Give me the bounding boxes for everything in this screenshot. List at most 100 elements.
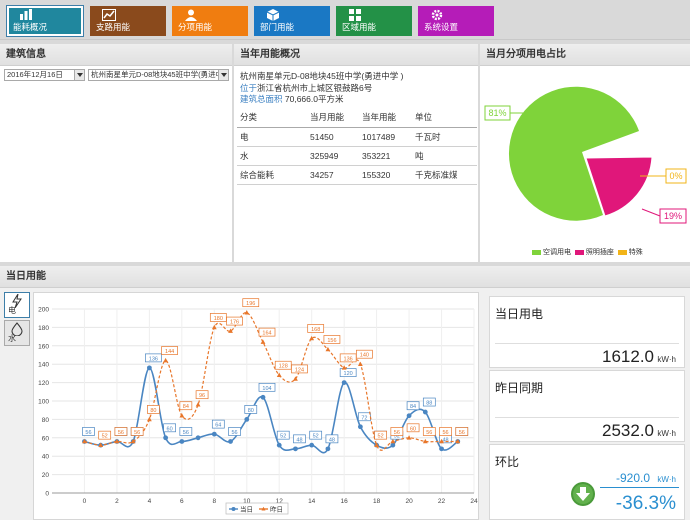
y-tick-label: 80 bbox=[42, 417, 50, 424]
grid-icon bbox=[349, 9, 361, 21]
data-point-today bbox=[244, 417, 250, 422]
chevron-down-icon[interactable] bbox=[218, 70, 228, 80]
data-label: 120 bbox=[344, 371, 353, 377]
yesterday-usage-value: 2532.0 bbox=[602, 421, 654, 440]
nav-system-settings[interactable]: 系统设置 bbox=[418, 6, 494, 36]
x-tick-label: 18 bbox=[373, 498, 381, 505]
table-cell: 千瓦时 bbox=[412, 127, 477, 147]
tab-label: 电 bbox=[8, 306, 16, 315]
daily-energy-panel: 当日用能 电 水 0 20 40 60 80 100 120 140 160 180 200 0 2 4 6… bbox=[0, 266, 690, 520]
tab-label: 水 bbox=[8, 334, 16, 343]
data-label: 48 bbox=[329, 437, 335, 443]
data-point-today bbox=[211, 431, 217, 437]
table-row: 电 51450 1017489 千瓦时 bbox=[237, 127, 477, 147]
data-point-today bbox=[390, 442, 396, 448]
data-label: 60 bbox=[167, 426, 173, 432]
data-point-today bbox=[195, 435, 201, 441]
chevron-down-icon[interactable] bbox=[74, 70, 84, 80]
y-tick-label: 0 bbox=[45, 491, 49, 498]
data-label: 156 bbox=[327, 338, 336, 344]
tab-water[interactable]: 水 bbox=[4, 320, 30, 346]
x-tick-label: 24 bbox=[470, 498, 478, 505]
building-name: 杭州南星单元D-08地块45班中学(勇进中学 ) bbox=[240, 71, 404, 81]
x-tick-label: 2 bbox=[115, 498, 119, 505]
y-tick-label: 200 bbox=[38, 307, 49, 314]
area-value: 70,666.0平方米 bbox=[284, 94, 344, 104]
ratio-value: -36.3% bbox=[615, 493, 676, 514]
date-select[interactable]: 2016年12月16日 bbox=[4, 69, 85, 81]
x-tick-label: 6 bbox=[180, 498, 184, 505]
legend-label: 当日 bbox=[240, 505, 253, 514]
data-label: 84 bbox=[183, 404, 189, 410]
x-tick-label: 4 bbox=[148, 498, 152, 505]
legend-swatch bbox=[532, 249, 541, 255]
divider bbox=[600, 487, 679, 488]
nav-subitem-energy[interactable]: 分项用能 bbox=[172, 6, 248, 36]
arrow-down-icon bbox=[571, 482, 595, 506]
x-tick-label: 20 bbox=[405, 498, 413, 505]
energy-overview-table: 分类 当月用能 当年用能 单位 电 51450 1017489 千瓦时 水 32… bbox=[237, 108, 477, 185]
data-label: 56 bbox=[459, 430, 465, 436]
data-point-yesterday bbox=[260, 339, 266, 344]
data-point-today bbox=[163, 435, 169, 441]
ratio-box: 环比 -920.0 kW·h -36.3% bbox=[489, 444, 685, 520]
data-label: 144 bbox=[165, 349, 174, 355]
table-header-row: 分类 当月用能 当年用能 单位 bbox=[237, 108, 477, 128]
y-tick-label: 20 bbox=[42, 472, 50, 479]
data-label: 180 bbox=[214, 316, 223, 322]
data-label: 56 bbox=[231, 430, 237, 436]
table-cell: 电 bbox=[237, 127, 307, 147]
diff-unit: kW·h bbox=[657, 475, 676, 484]
data-label: 56 bbox=[183, 430, 189, 436]
nav-branch-energy[interactable]: 支路用能 bbox=[90, 6, 166, 36]
data-label: 80 bbox=[150, 408, 156, 414]
table-cell: 综合能耗 bbox=[237, 165, 307, 185]
data-label: 88 bbox=[426, 401, 432, 407]
tab-electricity[interactable]: 电 bbox=[4, 292, 30, 318]
legend-swatch bbox=[617, 249, 627, 255]
data-label: 72 bbox=[361, 415, 367, 421]
data-label: 64 bbox=[215, 423, 221, 429]
date-value: 2016年12月16日 bbox=[7, 70, 63, 79]
data-label: 104 bbox=[262, 386, 271, 392]
x-tick-label: 8 bbox=[212, 498, 216, 505]
subitem-pie-panel: 当月分项用电占比 81% 0% 19% 空调用电 照明插座 特殊 bbox=[480, 44, 690, 262]
divider bbox=[495, 343, 679, 344]
panel-title: 当年用能概况 bbox=[234, 44, 478, 66]
annual-overview-panel: 当年用能概况 杭州南星单元D-08地块45班中学(勇进中学 ) 位于浙江省杭州市… bbox=[234, 44, 478, 262]
nav-label: 分项用能 bbox=[178, 22, 213, 32]
data-point-today bbox=[357, 424, 363, 430]
nav-energy-overview[interactable]: 能耗概况 bbox=[7, 6, 83, 36]
table-cell: 34257 bbox=[307, 165, 359, 185]
data-label: 80 bbox=[248, 408, 254, 414]
data-label: 56 bbox=[118, 430, 124, 436]
table-row: 水 325949 353221 吨 bbox=[237, 146, 477, 166]
table-header: 当月用能 bbox=[307, 108, 359, 128]
data-point-today bbox=[146, 365, 152, 371]
x-tick-label: 16 bbox=[341, 498, 349, 505]
y-tick-label: 40 bbox=[42, 454, 50, 461]
y-tick-label: 180 bbox=[38, 325, 49, 332]
location-value: 浙江省杭州市上城区银鼓路6号 bbox=[257, 83, 373, 93]
table-cell: 51450 bbox=[307, 127, 359, 147]
table-cell: 155320 bbox=[359, 165, 412, 185]
nav-department-energy[interactable]: 部门用能 bbox=[254, 6, 330, 36]
data-point-today bbox=[341, 380, 347, 385]
ratio-label: 环比 bbox=[495, 455, 520, 469]
nav-area-energy[interactable]: 区域用能 bbox=[336, 6, 412, 36]
data-point-today bbox=[260, 394, 266, 400]
data-label: 52 bbox=[378, 434, 384, 440]
legend-label: 空调用电 bbox=[543, 249, 571, 256]
building-select[interactable]: 杭州南星单元D-08地块45班中学(勇进中学) bbox=[88, 69, 229, 81]
data-label: 168 bbox=[311, 327, 320, 333]
data-label: 136 bbox=[149, 356, 158, 362]
table-cell: 吨 bbox=[412, 146, 477, 166]
table-header: 当年用能 bbox=[359, 108, 412, 128]
data-point-today bbox=[422, 409, 428, 415]
x-tick-label: 22 bbox=[438, 498, 446, 505]
yesterday-usage-box: 昨日同期 2532.0 kW·h bbox=[489, 370, 685, 442]
panel-title: 建筑信息 bbox=[0, 44, 232, 66]
data-label: 124 bbox=[295, 367, 304, 373]
data-point-today bbox=[228, 439, 233, 444]
panel-title: 当月分项用电占比 bbox=[480, 44, 690, 66]
